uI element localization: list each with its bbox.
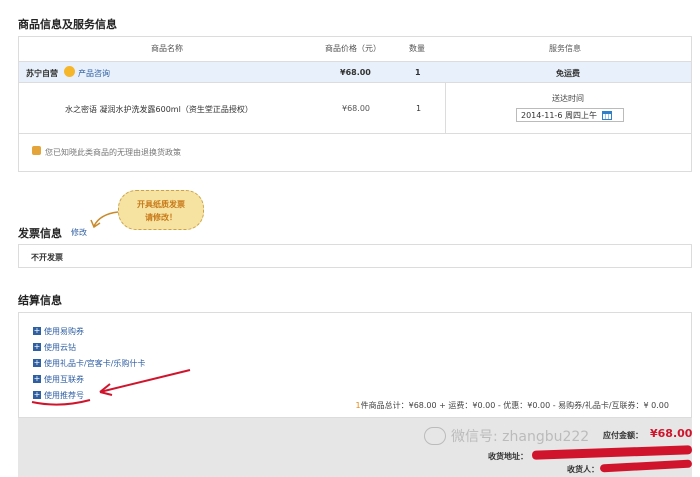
redacted-address bbox=[531, 445, 693, 460]
free-shipping: 免运费 bbox=[556, 69, 580, 78]
header-name: 商品名称 bbox=[151, 44, 183, 53]
notice-text[interactable]: 您已知晓此类商品的无理由退换货政策 bbox=[45, 147, 181, 158]
expand-plus-icon[interactable]: + bbox=[33, 327, 41, 335]
item-name[interactable]: 水之密语 凝润水护洗发露600ml（资生堂正品授权） bbox=[65, 104, 253, 115]
order-summary: 1件商品总计：¥68.00 + 运费：¥0.00 - 优惠：¥0.00 - 易购… bbox=[356, 400, 669, 411]
summary-text: 件商品总计：¥68.00 + 运费：¥0.00 - 优惠：¥0.00 - 易购券… bbox=[360, 401, 669, 410]
seller-price: ¥68.00 bbox=[340, 68, 371, 77]
calendar-icon[interactable] bbox=[601, 110, 612, 120]
header-price: 商品价格（元） bbox=[325, 44, 381, 53]
item-price: ¥68.00 bbox=[342, 104, 370, 113]
wechat-icon bbox=[424, 427, 446, 445]
redacted-receiver bbox=[599, 459, 693, 473]
delivery-date-value: 2014-11-6 周四上午 bbox=[521, 110, 597, 120]
wechat-watermark: 微信号: zhangbu222 bbox=[424, 426, 589, 446]
notice-icon bbox=[32, 146, 41, 155]
product-section-title: 商品信息及服务信息 bbox=[18, 18, 117, 31]
receiver-label: 收货人： bbox=[567, 465, 599, 474]
sticker-line-1: 开具纸质发票 bbox=[137, 200, 185, 209]
invoice-section-title: 发票信息 bbox=[18, 227, 62, 240]
product-table: 商品名称 商品价格（元） 数量 服务信息 苏宁自营 产品咨询 ¥68.00 1 … bbox=[18, 36, 692, 172]
seller-qty: 1 bbox=[415, 68, 421, 77]
payment-bar: 应付金额： ¥68.00 收货地址： 收货人： bbox=[18, 418, 692, 477]
invoice-edit-link[interactable]: 修改 bbox=[71, 227, 87, 238]
invoice-sticker: 开具纸质发票 请修改！ bbox=[118, 190, 204, 230]
consult-link[interactable]: 产品咨询 bbox=[78, 68, 110, 79]
use-coupon-option[interactable]: + 使用易购券 bbox=[33, 325, 145, 337]
address-label: 收货地址： bbox=[488, 452, 528, 461]
settlement-section-title: 结算信息 bbox=[18, 294, 62, 307]
delivery-date-picker[interactable]: 2014-11-6 周四上午 bbox=[516, 108, 624, 122]
sticker-arrow-icon bbox=[90, 211, 119, 229]
invoice-value: 不开发票 bbox=[31, 253, 63, 262]
consult-icon[interactable] bbox=[64, 66, 75, 77]
use-cloud-diamond-label[interactable]: 使用云钻 bbox=[44, 342, 76, 353]
notice-row bbox=[19, 133, 691, 134]
header-service: 服务信息 bbox=[549, 44, 581, 53]
payable-label: 应付金额： bbox=[603, 431, 643, 440]
invoice-box: 不开发票 bbox=[18, 244, 692, 268]
seller-name: 苏宁自营 bbox=[26, 69, 58, 78]
delivery-divider bbox=[445, 83, 446, 133]
sticker-line-2: 请修改！ bbox=[145, 213, 177, 222]
expand-plus-icon[interactable]: + bbox=[33, 343, 41, 351]
payable-value: ¥68.00 bbox=[650, 427, 693, 440]
item-qty: 1 bbox=[416, 104, 422, 113]
header-qty: 数量 bbox=[409, 44, 425, 53]
watermark-text: 微信号: zhangbu222 bbox=[451, 429, 590, 445]
use-coupon-label[interactable]: 使用易购券 bbox=[44, 326, 84, 337]
seller-row: 苏宁自营 产品咨询 ¥68.00 1 免运费 bbox=[19, 61, 691, 83]
red-arrow-annotation-icon bbox=[31, 369, 191, 406]
use-cloud-diamond-option[interactable]: + 使用云钻 bbox=[33, 341, 145, 353]
delivery-label: 送达时间 bbox=[552, 94, 584, 103]
